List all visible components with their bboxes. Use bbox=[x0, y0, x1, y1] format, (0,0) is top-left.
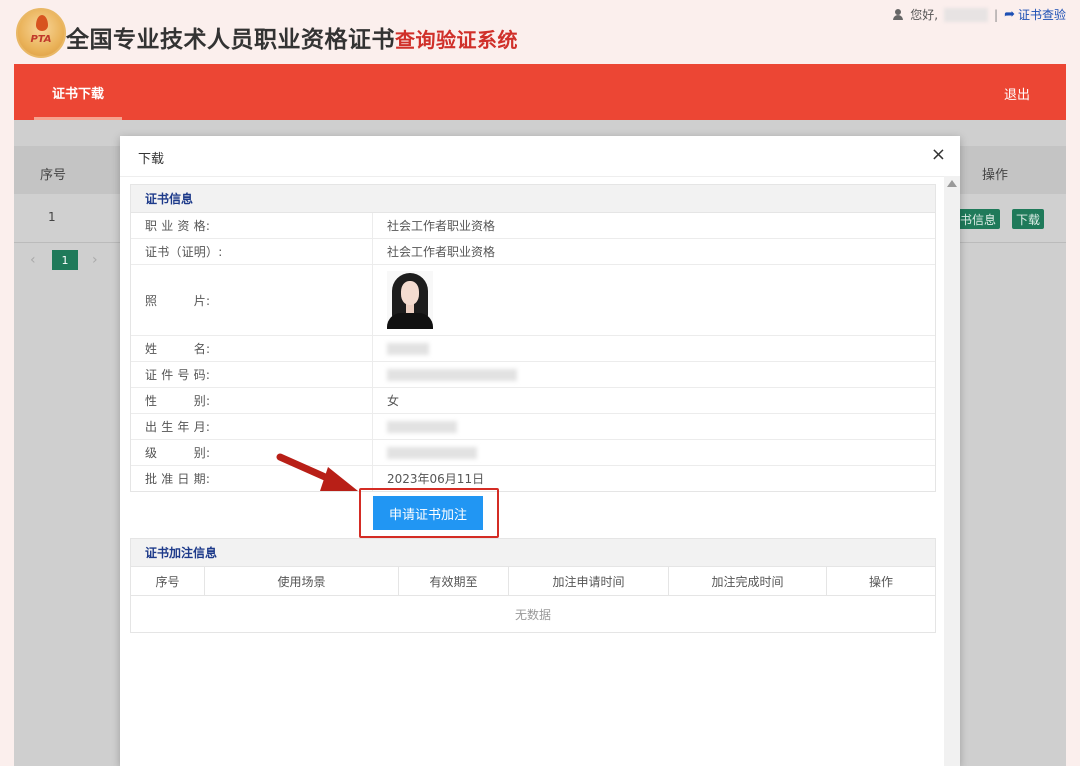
share-arrow-icon: ➦ bbox=[1004, 7, 1015, 22]
annotation-info-title: 证书加注信息 bbox=[131, 539, 935, 567]
info-value bbox=[373, 440, 935, 465]
flame-icon bbox=[36, 15, 48, 31]
bg-download-button[interactable]: 下载 bbox=[1012, 209, 1044, 229]
close-icon[interactable]: × bbox=[931, 144, 946, 165]
main-navbar: 证书下载 退出 bbox=[14, 64, 1066, 120]
col-header: 有效期至 bbox=[399, 567, 509, 595]
apply-cert-annotation-button[interactable]: 申请证书加注 bbox=[373, 496, 483, 530]
separator: | bbox=[994, 7, 999, 22]
annotation-info-section: 证书加注信息 序号 使用场景 有效期至 加注申请时间 加注完成时间 操作 无数据 bbox=[130, 538, 936, 633]
site-header: PTA 全国专业技术人员职业资格证书查询验证系统 您好, | ➦ 证书查验 bbox=[0, 0, 1080, 64]
info-row-level: 级 别: bbox=[131, 440, 935, 466]
greeting-text: 您好, bbox=[910, 8, 939, 22]
modal-title: 下载 bbox=[138, 152, 165, 167]
info-value bbox=[373, 362, 935, 387]
info-value bbox=[373, 336, 935, 361]
info-row-qualification: 职 业 资 格: 社会工作者职业资格 bbox=[131, 213, 935, 239]
tab-cert-download[interactable]: 证书下载 bbox=[34, 64, 122, 120]
cert-info-title: 证书信息 bbox=[131, 185, 935, 213]
apply-button-highlight: 申请证书加注 bbox=[359, 488, 499, 538]
col-header: 加注完成时间 bbox=[669, 567, 827, 595]
pta-logo: PTA bbox=[16, 8, 66, 58]
info-value: 社会工作者职业资格 bbox=[387, 245, 496, 259]
info-row-id-number: 证 件 号 码: bbox=[131, 362, 935, 388]
username-redacted bbox=[944, 7, 989, 22]
verify-link[interactable]: ➦ 证书查验 bbox=[1004, 6, 1066, 23]
modal-header: 下载 × bbox=[120, 136, 960, 177]
cert-info-section: 证书信息 职 业 资 格: 社会工作者职业资格 证书（证明）: 社会工作者职业资… bbox=[130, 184, 936, 492]
site-title-highlight: 查询验证系统 bbox=[395, 28, 518, 52]
info-label: 照 片: bbox=[131, 265, 373, 335]
site-title: 全国专业技术人员职业资格证书查询验证系统 bbox=[66, 20, 518, 54]
info-row-photo: 照 片: bbox=[131, 265, 935, 336]
scroll-up-icon[interactable] bbox=[947, 180, 957, 187]
logo-text: PTA bbox=[30, 34, 52, 45]
info-label: 性 别: bbox=[131, 388, 373, 413]
redacted-id-number bbox=[387, 368, 517, 381]
info-value bbox=[373, 414, 935, 439]
red-arrow-annotation bbox=[276, 453, 358, 491]
info-row-gender: 性 别: 女 bbox=[131, 388, 935, 414]
logout-link[interactable]: 退出 bbox=[1004, 84, 1030, 103]
annotation-table-header: 序号 使用场景 有效期至 加注申请时间 加注完成时间 操作 bbox=[131, 567, 935, 596]
info-row-birth: 出 生 年 月: bbox=[131, 414, 935, 440]
modal-scrollbar[interactable] bbox=[944, 176, 960, 766]
page-number-1[interactable]: 1 bbox=[52, 250, 78, 270]
info-label: 证书（证明）: bbox=[131, 239, 373, 264]
bg-cert-info-button[interactable]: 书信息 bbox=[956, 209, 1000, 229]
info-label: 姓 名: bbox=[131, 336, 373, 361]
download-modal: 下载 × 证书信息 职 业 资 格: 社会工作者职业资格 证书（证明）: 社会工… bbox=[120, 136, 960, 766]
photo-body bbox=[387, 313, 433, 329]
col-header: 加注申请时间 bbox=[509, 567, 669, 595]
bg-row-no: 1 bbox=[48, 210, 56, 224]
info-row-approval-date: 批 准 日 期: 2023年06月11日 bbox=[131, 466, 935, 491]
info-value: 女 bbox=[387, 394, 400, 408]
prev-page-button[interactable]: ‹ bbox=[30, 252, 36, 268]
photo-face bbox=[401, 281, 419, 305]
info-value: 社会工作者职业资格 bbox=[387, 219, 496, 233]
bg-col-op: 操作 bbox=[982, 168, 1009, 183]
info-label: 证 件 号 码: bbox=[131, 362, 373, 387]
bg-col-no: 序号 bbox=[40, 168, 67, 183]
info-label: 职 业 资 格: bbox=[131, 213, 373, 238]
info-row-name: 姓 名: bbox=[131, 336, 935, 362]
col-header: 序号 bbox=[131, 567, 205, 595]
redacted-birth-date bbox=[387, 420, 457, 433]
redacted-level bbox=[387, 446, 477, 459]
id-photo bbox=[387, 271, 433, 329]
info-label: 出 生 年 月: bbox=[131, 414, 373, 439]
user-bar: 您好, | ➦ 证书查验 bbox=[893, 6, 1066, 23]
redacted-name bbox=[387, 342, 429, 355]
site-title-main: 全国专业技术人员职业资格证书 bbox=[66, 27, 395, 53]
next-page-button[interactable]: › bbox=[92, 252, 98, 268]
info-value bbox=[373, 265, 935, 335]
col-header: 操作 bbox=[868, 574, 893, 589]
empty-state: 无数据 bbox=[514, 607, 551, 622]
col-header: 使用场景 bbox=[205, 567, 399, 595]
user-icon bbox=[893, 9, 904, 20]
info-row-certificate: 证书（证明）: 社会工作者职业资格 bbox=[131, 239, 935, 265]
verify-link-label: 证书查验 bbox=[1017, 8, 1066, 22]
